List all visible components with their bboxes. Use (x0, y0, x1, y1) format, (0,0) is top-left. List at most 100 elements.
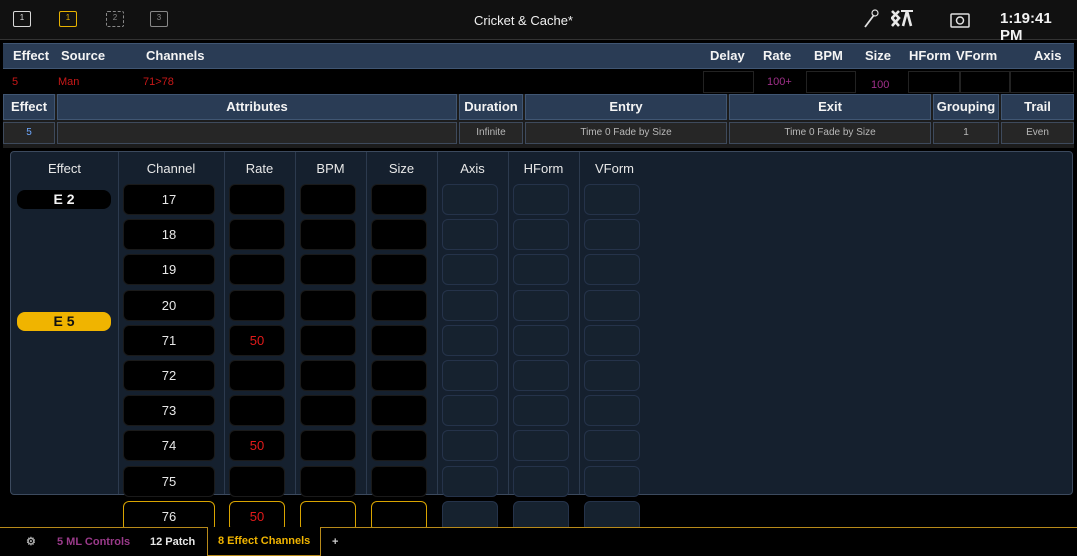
vform-cell[interactable] (584, 325, 640, 356)
size-cell[interactable] (371, 395, 427, 426)
detail-duration-value[interactable]: Infinite (459, 122, 523, 144)
rate-cell[interactable] (229, 254, 285, 285)
rate-cell[interactable] (229, 395, 285, 426)
tab-1-icon[interactable]: 1 (59, 11, 77, 27)
axis-cell[interactable] (442, 430, 498, 461)
bpm-cell[interactable] (300, 290, 356, 321)
magic-wand-icon[interactable] (862, 9, 880, 29)
tab-effect-channels[interactable]: 8 Effect Channels (218, 527, 310, 555)
size-cell[interactable] (371, 360, 427, 391)
tab-3-icon-label: 3 (156, 13, 162, 22)
detail-trail-value[interactable]: Even (1001, 122, 1074, 144)
size-cell[interactable] (371, 254, 427, 285)
size-cell[interactable] (371, 219, 427, 250)
vform-cell[interactable] (584, 360, 640, 391)
effect-pill-e5[interactable]: E 5 (17, 312, 111, 331)
bpm-cell[interactable] (300, 254, 356, 285)
channel-cell[interactable]: 71 (123, 325, 215, 356)
channel-cell[interactable]: 74 (123, 430, 215, 461)
detail-exit-value[interactable]: Time 0 Fade by Size (729, 122, 931, 144)
size-cell[interactable] (371, 325, 427, 356)
bpm-cell[interactable] (300, 466, 356, 497)
hform-cell[interactable] (513, 219, 569, 250)
hform-cell[interactable] (513, 290, 569, 321)
rate-cell[interactable] (229, 290, 285, 321)
table-head-vform: VForm (595, 161, 634, 176)
channel-cell[interactable]: 17 (123, 184, 215, 215)
xa-logo-icon[interactable] (891, 10, 913, 27)
channel-cell[interactable]: 19 (123, 254, 215, 285)
effect-data-row[interactable]: 5 Man 71>78 100+ 100 (3, 71, 1074, 93)
hform-cell[interactable] (513, 430, 569, 461)
rate-cell[interactable] (229, 184, 285, 215)
rate-cell[interactable] (229, 360, 285, 391)
tab-patch[interactable]: 12 Patch (150, 528, 195, 556)
detail-attributes-value[interactable] (57, 122, 457, 144)
bpm-cell[interactable] (300, 360, 356, 391)
column-divider (579, 152, 580, 494)
hform-cell[interactable] (513, 360, 569, 391)
tab-ml-controls[interactable]: 5 ML Controls (57, 528, 130, 556)
vform-cell[interactable] (584, 184, 640, 215)
axis-cell[interactable] (442, 290, 498, 321)
add-tab-button[interactable]: + (332, 528, 338, 556)
hform-cell[interactable] (513, 184, 569, 215)
size-cell[interactable] (371, 290, 427, 321)
bpm-cell[interactable] (300, 430, 356, 461)
hform-cell[interactable] (513, 466, 569, 497)
delay-cell[interactable] (703, 71, 754, 93)
rate-cell[interactable]: 50 (229, 325, 285, 356)
tab-effect-channels-frame[interactable]: 8 Effect Channels (207, 527, 321, 556)
channel-cell[interactable]: 73 (123, 395, 215, 426)
size-cell[interactable] (371, 430, 427, 461)
col-delay: Delay (710, 48, 745, 63)
camera-icon[interactable] (950, 12, 970, 28)
vform-cell[interactable] (584, 430, 640, 461)
axis-cell[interactable] (442, 325, 498, 356)
size-cell[interactable] (371, 466, 427, 497)
axis-cell[interactable] (442, 466, 498, 497)
bpm-cell[interactable] (300, 184, 356, 215)
bpm-cell[interactable] (300, 325, 356, 356)
detail-entry-value[interactable]: Time 0 Fade by Size (525, 122, 727, 144)
vform-cell[interactable] (584, 219, 640, 250)
settings-gear-icon[interactable]: ⚙ (26, 528, 36, 556)
channel-cell[interactable]: 20 (123, 290, 215, 321)
vform-cell[interactable] (584, 254, 640, 285)
channel-cell[interactable]: 72 (123, 360, 215, 391)
detail-effect-value[interactable]: 5 (3, 122, 55, 144)
tab-2-icon[interactable]: 2 (106, 11, 124, 27)
rate-cell[interactable] (229, 219, 285, 250)
monitor-icon[interactable]: 1 (13, 11, 31, 27)
detail-effect-value-text: 5 (26, 127, 32, 138)
axis-cell[interactable] (442, 219, 498, 250)
column-divider (366, 152, 367, 494)
channel-cell[interactable]: 18 (123, 219, 215, 250)
channel-cell[interactable]: 75 (123, 466, 215, 497)
bpm-cell[interactable] (300, 395, 356, 426)
axis-cell[interactable] (442, 254, 498, 285)
axis-cell[interactable] (442, 395, 498, 426)
vform-cell[interactable] (584, 290, 640, 321)
hform-cell[interactable] (513, 254, 569, 285)
vform-cell[interactable] (584, 395, 640, 426)
axis-cell[interactable] (442, 360, 498, 391)
size-cell[interactable] (371, 184, 427, 215)
tab-3-icon[interactable]: 3 (150, 11, 168, 27)
vform-cell[interactable] (960, 71, 1010, 93)
bpm-cell[interactable] (300, 219, 356, 250)
axis-cell[interactable] (442, 184, 498, 215)
detail-trail-value-text: Even (1026, 127, 1049, 138)
axis-cell[interactable] (1010, 71, 1074, 93)
vform-cell[interactable] (584, 466, 640, 497)
hform-cell[interactable] (908, 71, 960, 93)
bottom-tab-bar: ⚙ 5 ML Controls 12 Patch 8 Effect Channe… (0, 527, 1077, 556)
effect-pill-e2[interactable]: E 2 (17, 190, 111, 209)
rate-cell[interactable] (229, 466, 285, 497)
hform-cell[interactable] (513, 325, 569, 356)
bpm-cell[interactable] (806, 71, 856, 93)
col-source: Source (61, 48, 106, 63)
hform-cell[interactable] (513, 395, 569, 426)
rate-cell[interactable]: 50 (229, 430, 285, 461)
detail-grouping-value[interactable]: 1 (933, 122, 999, 144)
